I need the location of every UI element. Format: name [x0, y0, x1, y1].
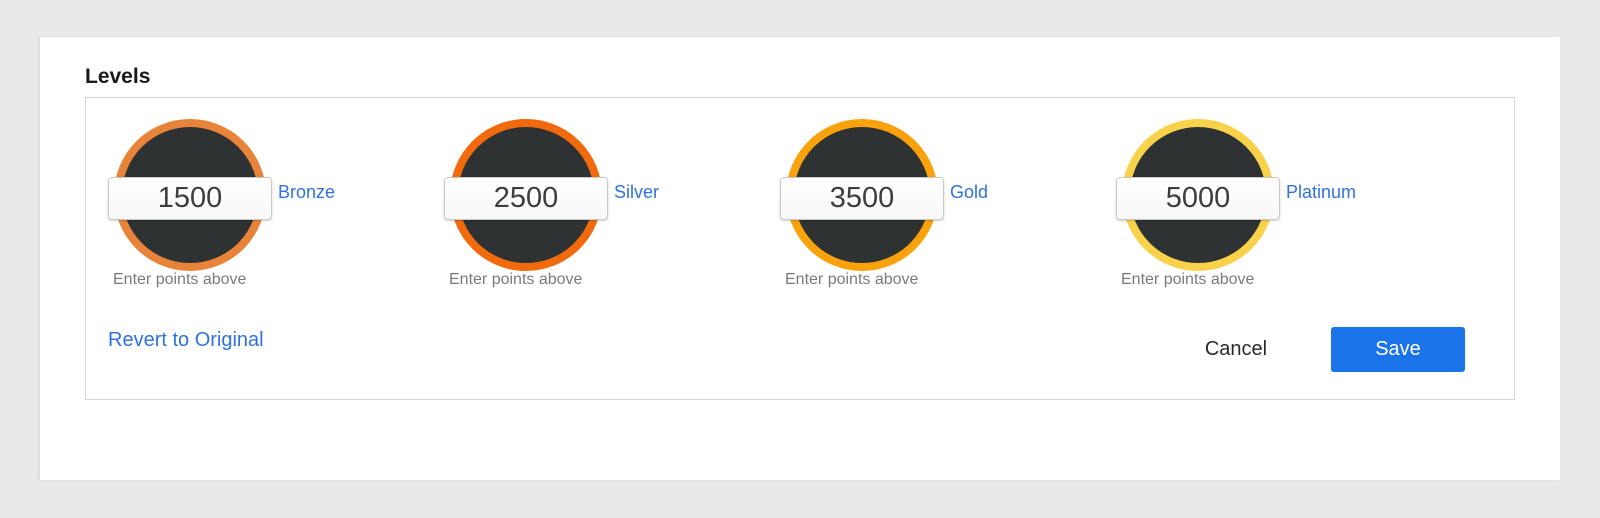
platinum-points-input[interactable] [1116, 177, 1280, 220]
platinum-level-link[interactable]: Platinum [1286, 182, 1356, 203]
bronze-points-input[interactable] [108, 177, 272, 220]
level-bronze: Bronze Enter points above [108, 119, 438, 299]
gold-level-link[interactable]: Gold [950, 182, 988, 203]
level-silver: Silver Enter points above [444, 119, 774, 299]
bronze-level-link[interactable]: Bronze [278, 182, 335, 203]
levels-box: Bronze Enter points above Silver Enter p… [85, 97, 1515, 400]
save-button[interactable]: Save [1331, 327, 1465, 372]
bronze-points-hint: Enter points above [113, 271, 247, 288]
gold-points-input[interactable] [780, 177, 944, 220]
silver-points-input[interactable] [444, 177, 608, 220]
revert-to-original-link[interactable]: Revert to Original [108, 329, 264, 352]
gold-points-hint: Enter points above [785, 271, 919, 288]
section-title: Levels [85, 65, 151, 88]
platinum-points-hint: Enter points above [1121, 271, 1255, 288]
levels-panel: Levels Bronze Enter points above Silver … [40, 37, 1560, 480]
level-gold: Gold Enter points above [780, 119, 1110, 299]
level-platinum: Platinum Enter points above [1116, 119, 1446, 299]
silver-level-link[interactable]: Silver [614, 182, 659, 203]
cancel-button[interactable]: Cancel [1186, 328, 1286, 370]
silver-points-hint: Enter points above [449, 271, 583, 288]
